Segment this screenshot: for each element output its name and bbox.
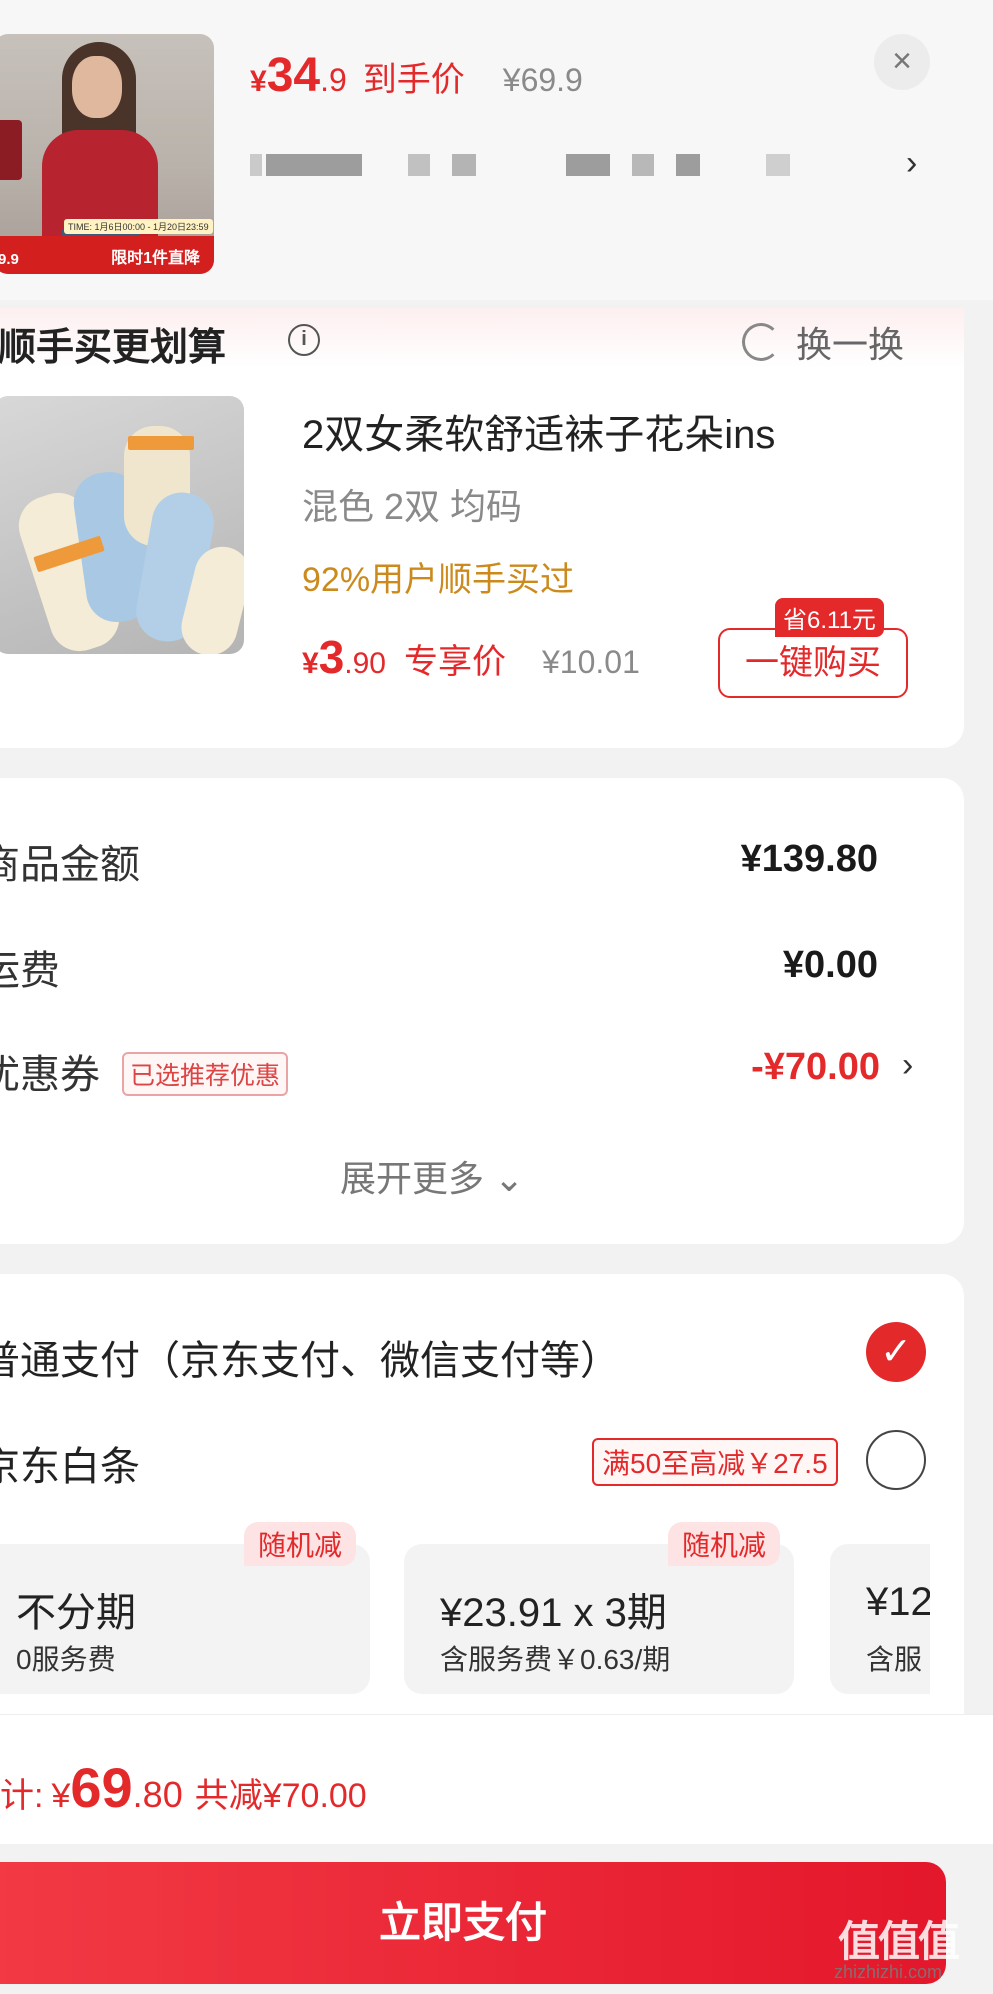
swap-button[interactable]: 换一换	[742, 316, 904, 368]
shipping-label: 运费	[0, 949, 60, 993]
addon-product-name[interactable]: 2双女柔软舒适袜子花朵ins	[302, 402, 775, 460]
promo-time-label: TIME: 1月6日00:00 - 1月20日23:59	[64, 219, 213, 234]
chevron-right-icon[interactable]: ›	[902, 1046, 913, 1085]
normal-payment-option[interactable]: 普通支付（京东支付、微信支付等）	[0, 1328, 620, 1386]
total-amount: 计: ¥ 69 .80 共减¥70.00	[0, 1756, 367, 1819]
coupon-recommended-badge: 已选推荐优惠	[122, 1052, 289, 1096]
watermark-url: zhizhizhi.com	[834, 1962, 943, 1982]
addon-product-spec: 混色 2双 均码	[302, 486, 523, 527]
plan-fee: 含服	[866, 1644, 923, 1675]
one-click-buy-button[interactable]: 一键购买	[718, 628, 908, 698]
selected-check-icon[interactable]: ✓	[866, 1322, 926, 1382]
addon-price: ¥ 3 .90 专享价 ¥10.01	[302, 631, 640, 683]
close-button[interactable]: ×	[874, 34, 930, 90]
final-price: ¥ 34 .9 到手价 ¥69.9	[250, 49, 583, 102]
expand-more-button[interactable]: 展开更多 ⌄	[340, 1150, 524, 1202]
addon-bought-hint: 92%用户顺手买过	[302, 561, 575, 599]
plan-title: ¥23.91 x 3期	[440, 1591, 667, 1635]
refresh-icon	[742, 323, 780, 361]
installment-plan[interactable]: ¥12 含服	[830, 1544, 930, 1694]
baitiao-payment-option[interactable]: 京东白条	[0, 1434, 140, 1492]
coupon-value[interactable]: -¥70.00	[680, 1046, 880, 1089]
info-icon[interactable]: i	[288, 324, 320, 356]
addon-original-price: ¥10.01	[542, 644, 640, 680]
checkout-page: TIME: 1月6日00:00 - 1月20日23:59 限时1件直降 9.9 …	[0, 0, 993, 1994]
random-discount-badge: 随机减	[667, 1522, 780, 1566]
installment-plan[interactable]: 随机减 ¥23.91 x 3期 含服务费￥0.63/期	[404, 1522, 794, 1694]
coupon-label: 优惠券	[0, 1053, 100, 1097]
chevron-right-icon[interactable]: ›	[906, 144, 917, 183]
installment-plan[interactable]: 随机减 不分期 0服务费	[0, 1522, 370, 1694]
addon-recommendation-card: 顺手买更划算 i 换一换 2双女柔软舒适袜子花朵ins 混色 2双 均码 92%…	[0, 308, 964, 748]
product-summary: TIME: 1月6日00:00 - 1月20日23:59 限时1件直降 9.9 …	[0, 0, 993, 300]
plan-fee: 含服务费￥0.63/期	[440, 1644, 671, 1675]
unselected-radio-icon[interactable]	[866, 1430, 926, 1490]
plan-title: ¥12	[866, 1580, 930, 1624]
exclusive-price-tag: 专享价	[404, 643, 506, 681]
section-title: 顺手买更划算	[0, 327, 227, 369]
watermark-logo: 值值值	[838, 1918, 960, 1965]
order-amount-card: 商品金额 ¥139.80 运费 ¥0.00 优惠券 已选推荐优惠 -¥70.00…	[0, 778, 964, 1244]
promo-price-label: 9.9	[0, 251, 19, 268]
plan-fee: 0服务费	[16, 1644, 116, 1675]
goods-amount-label: 商品金额	[0, 843, 140, 887]
plan-title: 不分期	[16, 1591, 136, 1635]
payment-method-card: 普通支付（京东支付、微信支付等） ✓ 京东白条 满50至高减￥27.5 随机减 …	[0, 1274, 964, 1714]
total-discount: 共减¥70.00	[194, 1777, 367, 1815]
total-bar: 计: ¥ 69 .80 共减¥70.00	[0, 1714, 993, 1844]
original-price: ¥69.9	[502, 62, 583, 98]
shipping-value: ¥0.00	[782, 944, 878, 986]
baitiao-promo-badge: 满50至高减￥27.5	[592, 1438, 838, 1486]
random-discount-badge: 随机减	[243, 1522, 356, 1566]
promo-strip-label: 限时1件直降	[0, 236, 214, 274]
goods-amount-value: ¥139.80	[740, 838, 878, 880]
product-thumbnail: TIME: 1月6日00:00 - 1月20日23:59 限时1件直降 9.9	[0, 34, 214, 274]
save-badge: 省6.11元	[775, 598, 884, 637]
pay-now-button[interactable]: 立即支付	[0, 1862, 946, 1984]
addon-product-image[interactable]	[0, 396, 244, 654]
final-price-tag: 到手价	[362, 61, 465, 99]
